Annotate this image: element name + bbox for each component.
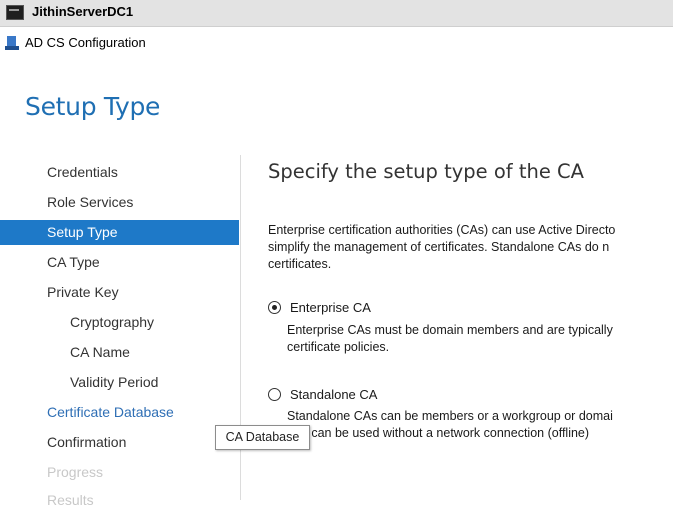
nav-item-validity-period[interactable]: Validity Period (0, 370, 239, 395)
nav-item-ca-type[interactable]: CA Type (0, 250, 239, 275)
description-line: certificate policies. (287, 340, 390, 354)
nav-item-label: Cryptography (70, 314, 155, 330)
enterprise-ca-label[interactable]: Enterprise CA (290, 300, 371, 315)
standalone-ca-radio[interactable] (268, 388, 281, 401)
description-line: Enterprise CAs must be domain members an… (287, 323, 613, 337)
nav-item-label: Private Key (47, 284, 119, 300)
nav-item-results: Results (0, 488, 239, 513)
nav-item-label: CA Type (47, 254, 100, 270)
setup-type-description: Enterprise certification authorities (CA… (268, 222, 673, 273)
nav-item-label: Validity Period (70, 374, 159, 390)
nav-item-credentials[interactable]: Credentials (0, 160, 239, 185)
app-title: AD CS Configuration (25, 35, 146, 50)
server-config-icon (5, 36, 19, 50)
nav-item-label: CA Name (70, 344, 130, 360)
nav-item-progress: Progress (0, 460, 239, 485)
description-line: certificates. (268, 257, 332, 271)
section-heading: Specify the setup type of the CA (268, 160, 584, 183)
nav-item-label: Credentials (47, 164, 118, 180)
nav-item-certificate-database[interactable]: Certificate Database (0, 400, 239, 425)
nav-item-ca-name[interactable]: CA Name (0, 340, 239, 365)
enterprise-ca-radio[interactable] (268, 301, 281, 314)
standalone-ca-description: Standalone CAs can be members or a workg… (287, 408, 613, 442)
nav-item-private-key[interactable]: Private Key (0, 280, 239, 305)
description-line: and can be used without a network connec… (287, 426, 590, 440)
console-window-icon (6, 5, 24, 20)
window-title: JithinServerDC1 (32, 4, 134, 19)
nav-item-role-services[interactable]: Role Services (0, 190, 239, 215)
nav-item-label: Results (47, 492, 94, 508)
nav-item-label: Setup Type (47, 224, 118, 240)
nav-item-label: Progress (47, 464, 104, 480)
window-titlebar[interactable]: JithinServerDC1 (0, 0, 673, 27)
description-line: Standalone CAs can be members or a workg… (287, 409, 613, 423)
nav-item-label: Role Services (47, 194, 134, 210)
nav-item-label: Certificate Database (47, 404, 174, 420)
nav-item-cryptography[interactable]: Cryptography (0, 310, 239, 335)
tooltip: CA Database (215, 425, 310, 450)
nav-item-confirmation[interactable]: Confirmation (0, 430, 239, 455)
app-header: AD CS Configuration (0, 27, 673, 59)
page-title: Setup Type (25, 92, 161, 121)
description-line: Enterprise certification authorities (CA… (268, 223, 616, 237)
description-line: simplify the management of certificates.… (268, 240, 610, 254)
nav-item-label: Confirmation (47, 434, 127, 450)
enterprise-ca-description: Enterprise CAs must be domain members an… (287, 322, 613, 356)
standalone-ca-label[interactable]: Standalone CA (290, 387, 377, 402)
nav-item-setup-type[interactable]: Setup Type (0, 220, 239, 245)
